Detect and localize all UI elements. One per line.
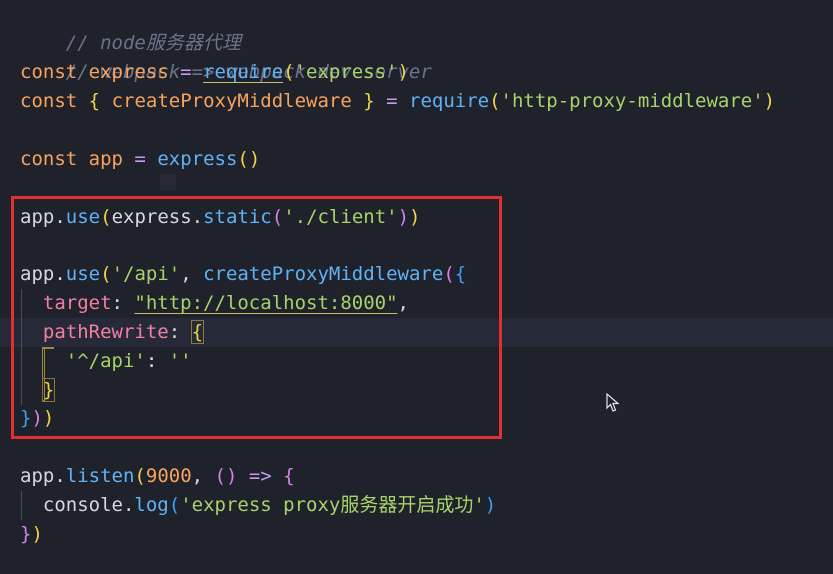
string: 'http-proxy-middleware' — [500, 90, 764, 112]
arrow-operator: => — [237, 465, 284, 487]
operator: = — [122, 148, 158, 170]
code-line-2[interactable]: // webpack => webpack-dev-server — [20, 29, 432, 83]
code-line-17[interactable]: app.listen(9000, () => { — [20, 462, 295, 491]
code-line-19[interactable]: }) — [20, 520, 43, 549]
paren: ) — [763, 90, 776, 112]
paren: ) — [484, 494, 497, 516]
identifier: app — [20, 465, 55, 487]
red-highlight-box — [11, 196, 502, 439]
code-line-3[interactable]: const express = require('express') — [20, 58, 409, 87]
code-line-18[interactable]: console.log('express proxy服务器开启成功') — [20, 491, 496, 520]
paren: ( — [489, 90, 501, 112]
paren: ( — [283, 61, 295, 83]
variable: createProxyMiddleware — [111, 90, 352, 112]
keyword: const — [20, 90, 78, 112]
identifier: console — [42, 494, 123, 516]
brace: { — [283, 465, 295, 487]
keyword: const — [20, 148, 78, 170]
brace: } — [20, 523, 32, 545]
operator: = — [168, 61, 204, 83]
paren: ( — [168, 494, 181, 516]
string: 'express' — [294, 61, 398, 83]
code-line-1[interactable]: // node服务器代理 — [20, 0, 241, 54]
code-line-4[interactable]: const { createProxyMiddleware } = requir… — [20, 87, 775, 116]
paren: ( — [134, 465, 146, 487]
dot: . — [122, 494, 135, 516]
variable: app — [88, 148, 123, 170]
string: 'express proxy服务器开启成功' — [180, 494, 485, 516]
mouse-pointer-icon — [606, 393, 620, 412]
function-name: require — [409, 90, 490, 112]
operator: = — [374, 90, 410, 112]
dot: . — [54, 465, 66, 487]
paren: () — [214, 465, 238, 487]
paren: () — [237, 148, 261, 170]
keyword: const — [20, 61, 78, 83]
brace: { — [88, 90, 101, 112]
number: 9000 — [145, 465, 192, 487]
function-name: log — [134, 494, 169, 516]
paren: ) — [397, 61, 409, 83]
paren: ) — [31, 523, 43, 545]
variable: express — [88, 61, 169, 83]
comma: , — [191, 465, 215, 487]
ghost-cursor-block — [160, 174, 176, 190]
function-name: listen — [65, 465, 135, 487]
code-editor[interactable]: // node服务器代理 // webpack => webpack-dev-s… — [0, 0, 833, 574]
code-line-6[interactable]: const app = express() — [20, 145, 260, 174]
function-name: express — [157, 148, 238, 170]
brace: } — [363, 90, 375, 112]
function-name: require — [203, 61, 284, 83]
